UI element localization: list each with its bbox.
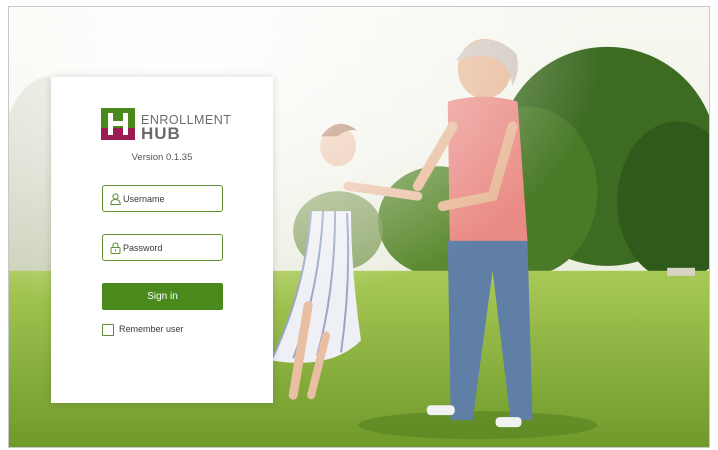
enrollment-hub-logo-icon — [101, 108, 135, 140]
lock-icon — [110, 242, 121, 254]
app-frame: ENROLLMENT HUB Version 0.1.35 Sign in Re… — [8, 6, 710, 448]
brand-name-bottom: HUB — [141, 124, 181, 143]
username-input[interactable] — [123, 189, 219, 208]
user-icon — [110, 193, 121, 205]
remember-user-checkbox[interactable] — [102, 324, 114, 336]
sign-in-button[interactable]: Sign in — [102, 283, 223, 310]
version-label: Version 0.1.35 — [131, 152, 193, 163]
password-input[interactable] — [123, 238, 219, 257]
brand-logo: ENROLLMENT HUB — [101, 108, 231, 143]
password-field[interactable] — [102, 234, 223, 261]
login-card: ENROLLMENT HUB Version 0.1.35 Sign in Re… — [51, 77, 273, 403]
remember-user-label: Remember user — [119, 324, 184, 334]
username-field[interactable] — [102, 185, 223, 212]
